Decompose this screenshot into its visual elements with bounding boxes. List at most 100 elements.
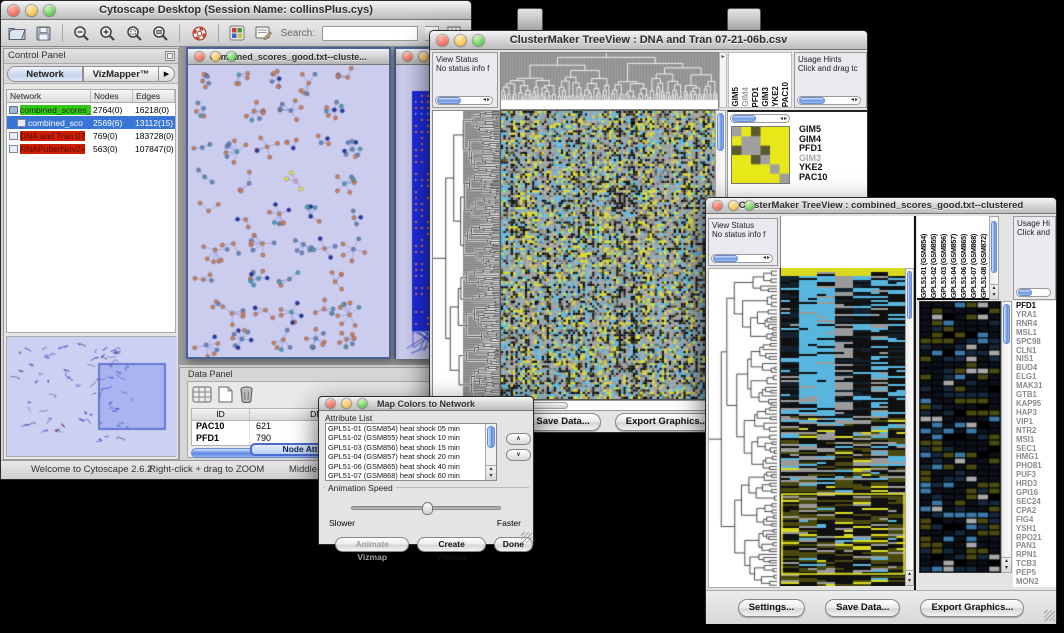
scrollbar-thumb[interactable] xyxy=(799,97,825,104)
zoom-window-icon[interactable] xyxy=(227,52,236,61)
zoom-heatmap-vscrollbar[interactable]: ▴▾ xyxy=(1001,301,1012,573)
resize-grip[interactable] xyxy=(1044,610,1055,621)
close-icon[interactable] xyxy=(326,399,335,408)
open-session-icon[interactable] xyxy=(7,24,26,42)
birdseye-canvas[interactable] xyxy=(7,337,177,456)
dialog-button[interactable]: Create Vizmap xyxy=(417,537,485,552)
zoom-window-icon[interactable] xyxy=(358,399,367,408)
dialog-titlebar[interactable]: Map Colors to Network xyxy=(319,397,533,411)
scrollbar-thumb[interactable] xyxy=(713,255,738,262)
zoom-heatmap-canvas[interactable] xyxy=(731,126,790,184)
treeview1-titlebar[interactable]: ClusterMaker TreeView : DNA and Tran 07-… xyxy=(430,31,867,50)
column-label[interactable]: GPL51-01 (GSM854) xyxy=(919,234,929,298)
scrollbar-thumb[interactable] xyxy=(487,426,495,448)
network-row[interactable]: combined_sco 2569(6) 13112(15) xyxy=(7,116,175,129)
zoom-window-icon[interactable] xyxy=(44,5,55,16)
scroll-arrows-icon[interactable]: ▴▾ xyxy=(486,465,496,480)
treeview-button[interactable]: Export Graphics... xyxy=(920,599,1024,617)
scrollbar-thumb[interactable] xyxy=(717,113,724,151)
scroll-arrows-icon[interactable]: ◂▸ xyxy=(763,254,771,263)
column-header-nodes[interactable]: Nodes xyxy=(91,90,133,102)
attribute-item[interactable]: GPL51-02 (GSM855) heat shock 10 min xyxy=(326,433,496,442)
close-icon[interactable] xyxy=(195,52,204,61)
column-header-id[interactable]: ID xyxy=(192,409,250,420)
zoom-fit-icon[interactable] xyxy=(151,24,170,42)
network-row[interactable]: RNAPuberNov2+ 563(0) 107847(0) xyxy=(7,142,175,155)
annotation-icon[interactable] xyxy=(254,24,273,42)
attribute-item[interactable]: GPL51-03 (GSM856) heat shock 15 min xyxy=(326,443,496,452)
zoom-in-icon[interactable] xyxy=(98,24,117,42)
scroll-arrows-icon[interactable]: ◂▸ xyxy=(851,96,859,105)
vizmapper-icon[interactable] xyxy=(228,24,247,42)
global-heatmap-canvas[interactable] xyxy=(780,268,905,586)
animation-speed-slider[interactable] xyxy=(351,506,501,510)
main-titlebar[interactable]: Cytoscape Desktop (Session Name: collins… xyxy=(1,1,471,20)
gene-label[interactable]: PAC10 xyxy=(799,173,866,183)
scroll-arrows-icon[interactable]: ▴▾ xyxy=(990,284,998,299)
scroll-arrows-icon[interactable]: ▴▾ xyxy=(1002,557,1011,572)
view-status-scrollbar[interactable]: ◂▸ xyxy=(711,254,773,263)
scrollbar-thumb[interactable] xyxy=(991,221,997,273)
scrollbar-thumb[interactable] xyxy=(907,271,912,319)
treeview-button[interactable]: Save Data... xyxy=(525,413,600,431)
treeview-button[interactable]: Export Graphics... xyxy=(615,413,719,431)
help-lifering-icon[interactable] xyxy=(189,24,208,42)
column-label[interactable]: GIM3 xyxy=(761,87,771,107)
gene-label[interactable]: MON2 xyxy=(1016,578,1056,587)
column-label[interactable]: GPL51-08 (GSM872) xyxy=(979,234,989,298)
attribute-item[interactable]: GPL51-01 (GSM854) heat shock 05 min xyxy=(326,424,496,433)
zoom-out-icon[interactable] xyxy=(72,24,91,42)
row-dendrogram-canvas[interactable] xyxy=(432,110,500,400)
network-table-header[interactable]: Network Nodes Edges xyxy=(7,90,175,103)
global-heatmap-canvas[interactable] xyxy=(500,110,716,400)
attribute-item[interactable]: GPL51-07 (GSM868) heat shock 60 min xyxy=(326,471,496,480)
column-label[interactable]: GIM5 xyxy=(731,87,741,107)
column-scroll-arrow[interactable]: ▸ xyxy=(719,52,727,108)
move-up-button[interactable]: ∧ xyxy=(506,433,531,445)
dialog-button[interactable]: Animate Vizmap xyxy=(335,537,409,552)
minimize-icon[interactable] xyxy=(342,399,351,408)
close-icon[interactable] xyxy=(713,201,722,210)
network-row[interactable]: DNA and Tran 07 769(0) 183728(0) xyxy=(7,129,175,142)
network-row[interactable]: combined_scores_ 2764(0) 16218(0) xyxy=(7,103,175,116)
scrollbar-thumb[interactable] xyxy=(1018,289,1032,296)
column-dendrogram-canvas[interactable] xyxy=(500,52,719,110)
tab-network[interactable]: Network xyxy=(7,66,83,82)
close-icon[interactable] xyxy=(437,35,448,46)
move-down-button[interactable]: ∨ xyxy=(506,449,531,461)
resize-grip[interactable] xyxy=(521,532,532,543)
global-heatmap-vscrollbar[interactable]: ▴▾ xyxy=(905,268,914,586)
row-dendrogram-canvas[interactable] xyxy=(708,268,780,588)
scrollbar-thumb[interactable] xyxy=(437,97,461,104)
treeview2-titlebar[interactable]: ClusterMaker TreeView : combined_scores_… xyxy=(706,198,1056,214)
scroll-arrows-icon[interactable]: ◂▸ xyxy=(780,115,788,122)
column-label[interactable]: GPL51-07 (GSM868) xyxy=(969,234,979,298)
close-icon[interactable] xyxy=(403,52,412,61)
column-label[interactable]: GIM4 xyxy=(741,87,751,107)
float-panel-icon[interactable] xyxy=(165,51,175,61)
new-attribute-icon[interactable] xyxy=(218,386,233,403)
select-attributes-icon[interactable] xyxy=(192,386,212,403)
minimize-icon[interactable] xyxy=(211,52,220,61)
delete-attribute-icon[interactable] xyxy=(239,386,254,403)
scrollbar-thumb[interactable] xyxy=(1003,304,1010,344)
tab-overflow-icon[interactable]: ▶ xyxy=(159,66,175,82)
close-icon[interactable] xyxy=(8,5,19,16)
column-label[interactable]: PAC10 xyxy=(781,82,791,107)
scroll-arrows-icon[interactable]: ▴▾ xyxy=(906,570,913,585)
treeview-button[interactable]: Settings... xyxy=(738,599,805,617)
usage-hints-scrollbar[interactable]: ◂▸ xyxy=(797,96,861,105)
attribute-item[interactable]: GPL51-04 (GSM857) heat shock 20 min xyxy=(326,452,496,461)
network-view-titlebar[interactable]: combined_scores_good.txt--cluste... xyxy=(188,49,389,65)
column-label[interactable]: GPL51-03 (GSM856) xyxy=(939,234,949,298)
zoom-selected-region-icon[interactable] xyxy=(125,24,144,42)
zoom-window-icon[interactable] xyxy=(473,35,484,46)
usage-hints-scrollbar[interactable] xyxy=(1016,288,1051,297)
save-session-icon[interactable] xyxy=(33,24,52,42)
minimize-icon[interactable] xyxy=(26,5,37,16)
minimize-icon[interactable] xyxy=(455,35,466,46)
column-header-edges[interactable]: Edges xyxy=(133,90,175,102)
network-canvas[interactable] xyxy=(188,65,387,357)
column-label[interactable]: PFD1 xyxy=(751,87,761,107)
attribute-item[interactable]: GPL51-06 (GSM865) heat shock 40 min xyxy=(326,462,496,471)
